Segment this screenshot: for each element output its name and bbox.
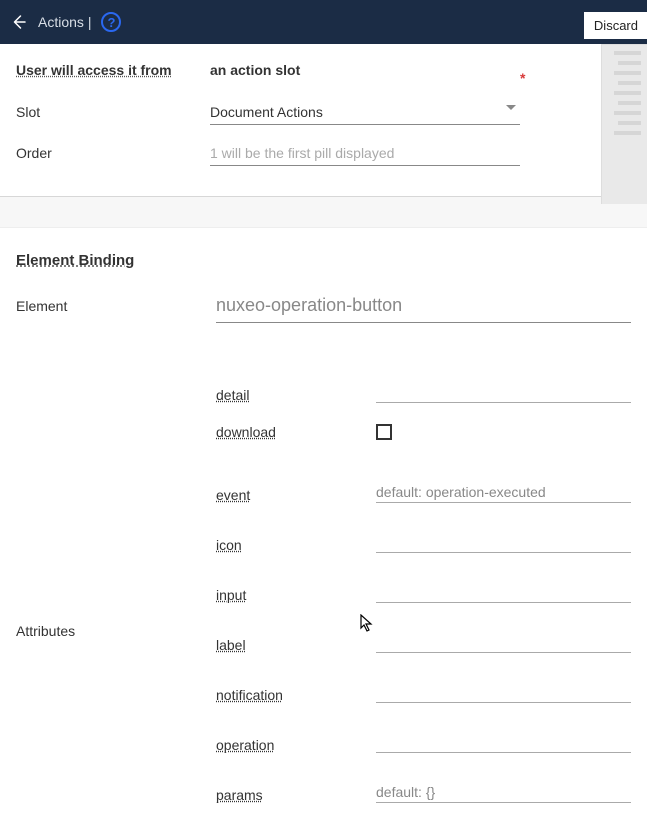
order-input[interactable]: [210, 141, 520, 166]
discard-button[interactable]: Discard: [584, 12, 647, 39]
element-input[interactable]: [216, 293, 631, 323]
element-binding-title: Element Binding: [16, 252, 631, 269]
back-arrow-icon[interactable]: [10, 13, 28, 31]
attribute-input-detail[interactable]: [376, 382, 631, 403]
attribute-name-notification: notification: [216, 687, 376, 703]
header-title: Actions |: [38, 14, 91, 30]
attribute-input-params[interactable]: [376, 782, 631, 803]
attribute-row-event: event: [216, 453, 631, 503]
attribute-row-operation: operation: [216, 703, 631, 753]
attribute-input-input[interactable]: [376, 582, 631, 603]
attribute-name-operation: operation: [216, 737, 376, 753]
required-asterisk: *: [520, 70, 525, 86]
attribute-row-params: params: [216, 753, 631, 803]
attribute-row-detail: detail: [216, 353, 631, 403]
access-section-subtitle: an action slot: [210, 62, 300, 78]
attribute-input-operation[interactable]: [376, 732, 631, 753]
access-section: User will access it from an action slot …: [0, 44, 647, 196]
attribute-name-label: label: [216, 637, 376, 653]
attribute-row-label: label: [216, 603, 631, 653]
section-divider: [0, 196, 647, 228]
attribute-name-event: event: [216, 487, 376, 503]
attribute-row-icon: icon: [216, 503, 631, 553]
preview-pane: [601, 44, 647, 204]
attribute-input-label[interactable]: [376, 632, 631, 653]
attribute-name-detail: detail: [216, 387, 376, 403]
slot-select-value[interactable]: Document Actions: [210, 100, 520, 125]
attribute-name-params: params: [216, 787, 376, 803]
attribute-row-notification: notification: [216, 653, 631, 703]
slot-label: Slot: [16, 104, 210, 120]
attribute-input-notification[interactable]: [376, 682, 631, 703]
attribute-input-event[interactable]: [376, 482, 631, 503]
attribute-name-download: download: [216, 424, 376, 440]
attribute-row-download: download: [216, 403, 631, 453]
app-header: Actions | ? Discard: [0, 0, 647, 44]
attribute-input-icon[interactable]: [376, 532, 631, 553]
attribute-name-input: input: [216, 587, 376, 603]
attribute-name-icon: icon: [216, 537, 376, 553]
slot-select[interactable]: Document Actions: [210, 100, 520, 125]
help-icon[interactable]: ?: [101, 12, 121, 32]
attribute-row-input: input: [216, 553, 631, 603]
element-binding-section: Element Binding Element Attributes detai…: [0, 228, 647, 803]
attribute-checkbox-download[interactable]: [376, 424, 392, 440]
access-section-title: User will access it from: [16, 62, 210, 78]
order-label: Order: [16, 145, 210, 161]
attributes-label: Attributes: [16, 353, 216, 639]
element-label: Element: [16, 298, 216, 314]
